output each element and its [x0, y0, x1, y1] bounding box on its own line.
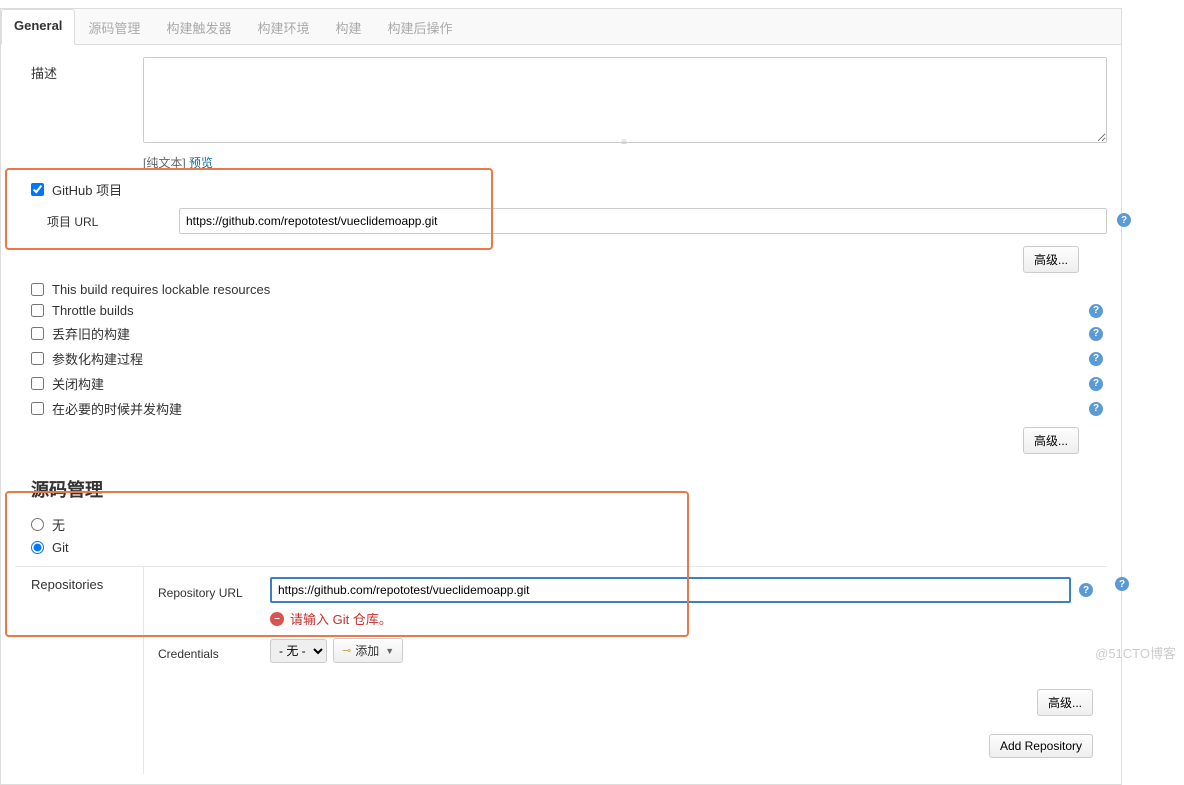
- description-textarea[interactable]: [143, 57, 1107, 143]
- lockable-label: This build requires lockable resources: [52, 282, 270, 297]
- config-tabs: General 源码管理 构建触发器 构建环境 构建 构建后操作: [1, 9, 1121, 45]
- disable-label: 关闭构建: [52, 374, 104, 393]
- scm-git-label: Git: [52, 540, 69, 555]
- discard-label: 丢弃旧的构建: [52, 324, 130, 343]
- advanced-button-2[interactable]: 高级...: [1023, 427, 1079, 454]
- github-project-row: GitHub 项目: [15, 177, 1107, 202]
- tab-scm[interactable]: 源码管理: [75, 9, 153, 45]
- parametrize-checkbox[interactable]: [31, 352, 44, 365]
- disable-checkbox[interactable]: [31, 377, 44, 390]
- throttle-label: Throttle builds: [52, 303, 134, 318]
- plaintext-label: [纯文本]: [143, 156, 186, 170]
- github-project-label: GitHub 项目: [52, 180, 122, 199]
- tab-env[interactable]: 构建环境: [244, 9, 322, 45]
- key-icon: ⊸: [342, 644, 351, 657]
- help-icon[interactable]: ?: [1089, 327, 1103, 341]
- tab-build[interactable]: 构建: [322, 9, 374, 45]
- credentials-select[interactable]: - 无 -: [270, 639, 327, 663]
- add-credentials-button[interactable]: ⊸ 添加 ▼: [333, 638, 403, 663]
- chevron-down-icon: ▼: [385, 646, 394, 656]
- tab-triggers[interactable]: 构建触发器: [153, 9, 244, 45]
- credentials-label: Credentials: [158, 641, 270, 661]
- error-text: 请输入 Git 仓库。: [290, 609, 392, 628]
- error-icon: –: [270, 612, 284, 626]
- discard-checkbox[interactable]: [31, 327, 44, 340]
- lockable-checkbox[interactable]: [31, 283, 44, 296]
- scm-section-title: 源码管理: [15, 460, 1107, 512]
- advanced-button-3[interactable]: 高级...: [1037, 689, 1093, 716]
- description-label: 描述: [15, 57, 143, 82]
- scm-none-radio[interactable]: [31, 518, 44, 531]
- help-icon[interactable]: ?: [1117, 213, 1131, 227]
- add-repository-button[interactable]: Add Repository: [989, 734, 1093, 758]
- parametrize-label: 参数化构建过程: [52, 349, 143, 368]
- tab-post[interactable]: 构建后操作: [374, 9, 465, 45]
- scm-git-radio[interactable]: [31, 541, 44, 554]
- tab-general[interactable]: General: [1, 9, 75, 45]
- repositories-label: Repositories: [15, 567, 143, 774]
- project-url-input[interactable]: [179, 208, 1107, 234]
- project-url-label: 项目 URL: [47, 213, 159, 230]
- repo-url-input[interactable]: [270, 577, 1071, 603]
- github-project-checkbox[interactable]: [31, 183, 44, 196]
- concurrent-checkbox[interactable]: [31, 402, 44, 415]
- help-icon[interactable]: ?: [1079, 583, 1093, 597]
- help-icon[interactable]: ?: [1089, 402, 1103, 416]
- help-icon[interactable]: ?: [1089, 352, 1103, 366]
- preview-link[interactable]: 预览: [189, 156, 213, 170]
- help-icon[interactable]: ?: [1089, 377, 1103, 391]
- advanced-button-1[interactable]: 高级...: [1023, 246, 1079, 273]
- help-icon[interactable]: ?: [1089, 304, 1103, 318]
- concurrent-label: 在必要的时候并发构建: [52, 399, 182, 418]
- resize-handle-icon[interactable]: ≡: [621, 137, 629, 148]
- repo-url-label: Repository URL: [158, 580, 270, 600]
- scm-none-label: 无: [52, 515, 65, 534]
- throttle-checkbox[interactable]: [31, 304, 44, 317]
- watermark-text: @51CTO博客: [1095, 643, 1176, 662]
- help-icon[interactable]: ?: [1115, 577, 1129, 591]
